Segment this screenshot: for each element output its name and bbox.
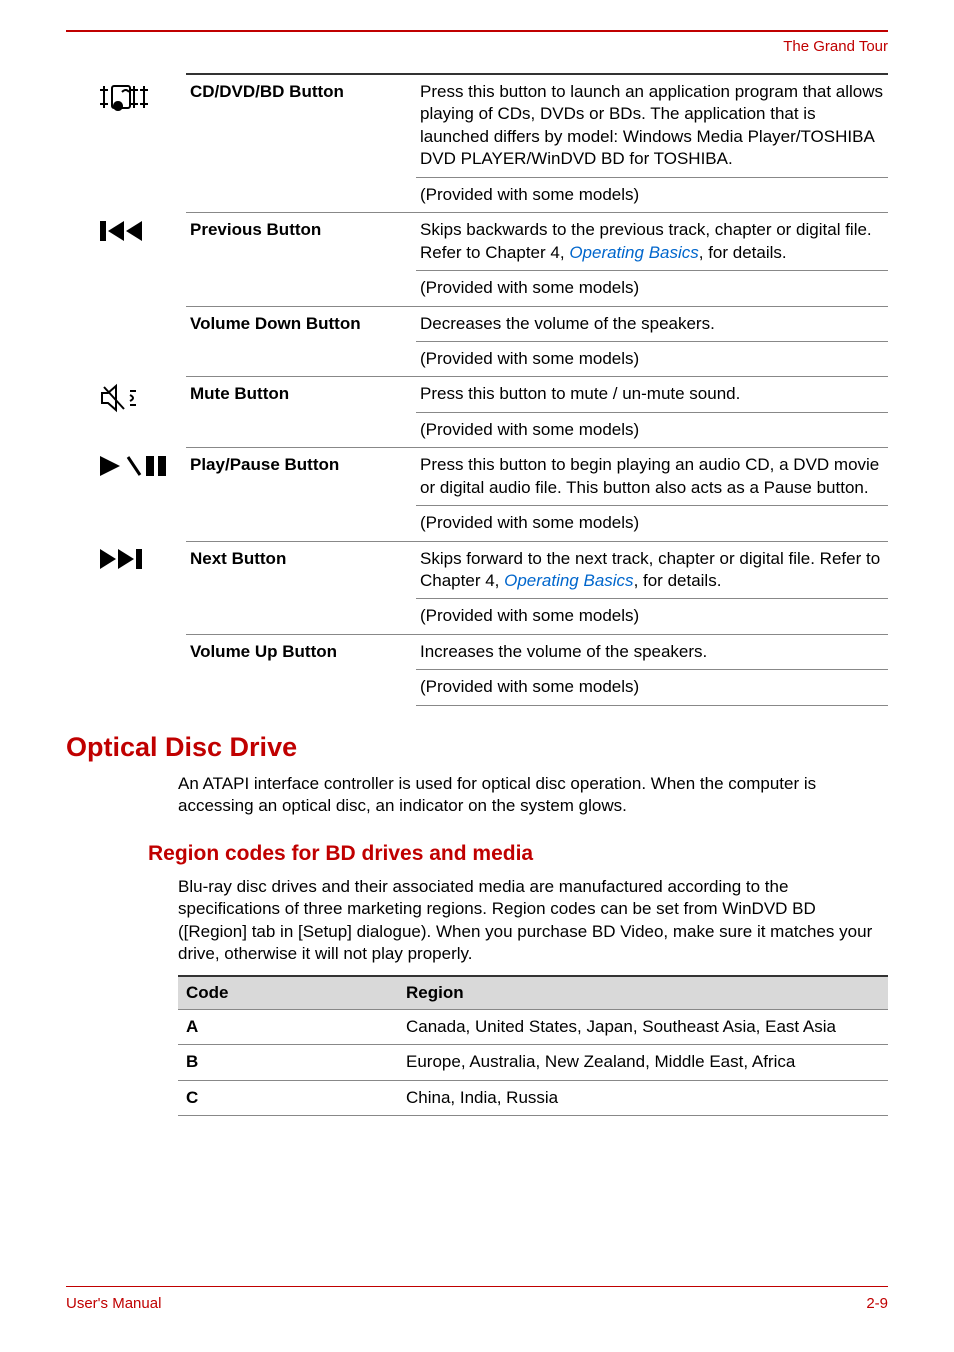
footer-left: User's Manual <box>66 1295 161 1312</box>
button-desc: Press this button to mute / un-mute soun… <box>416 377 888 412</box>
button-note: (Provided with some models) <box>416 177 888 212</box>
button-note: (Provided with some models) <box>416 341 888 376</box>
button-note: (Provided with some models) <box>416 670 888 705</box>
button-desc: Press this button to launch an applicati… <box>416 74 888 177</box>
button-desc: Increases the volume of the speakers. <box>416 634 888 669</box>
table-row: A Canada, United States, Japan, Southeas… <box>178 1010 888 1045</box>
button-desc: Decreases the volume of the speakers. <box>416 306 888 341</box>
button-note: (Provided with some models) <box>416 271 888 306</box>
table-row: C China, India, Russia <box>178 1080 888 1115</box>
table-header-region: Region <box>398 976 888 1010</box>
button-name: Play/Pause Button <box>186 448 416 541</box>
button-desc: Skips backwards to the previous track, c… <box>416 213 888 271</box>
operating-basics-link[interactable]: Operating Basics <box>504 571 633 590</box>
cd-dvd-bd-icon <box>100 80 158 114</box>
button-note: (Provided with some models) <box>416 412 888 447</box>
play-pause-icon <box>100 454 170 478</box>
button-definitions-table: CD/DVD/BD Button Press this button to la… <box>96 73 888 706</box>
button-name: Next Button <box>186 541 416 634</box>
region-code-table: Code Region A Canada, United States, Jap… <box>178 975 888 1115</box>
footer-right: 2-9 <box>866 1295 888 1312</box>
next-icon <box>100 547 144 571</box>
subsection-heading: Region codes for BD drives and media <box>148 842 888 866</box>
button-note: (Provided with some models) <box>416 506 888 541</box>
button-name: Previous Button <box>186 213 416 306</box>
section-heading: Optical Disc Drive <box>66 732 888 763</box>
table-row: B Europe, Australia, New Zealand, Middle… <box>178 1045 888 1080</box>
mute-icon <box>100 383 140 413</box>
chapter-title: The Grand Tour <box>66 38 888 55</box>
section-paragraph: An ATAPI interface controller is used fo… <box>178 773 888 818</box>
table-header-code: Code <box>178 976 398 1010</box>
subsection-paragraph: Blu-ray disc drives and their associated… <box>178 876 888 966</box>
button-note: (Provided with some models) <box>416 599 888 634</box>
operating-basics-link[interactable]: Operating Basics <box>569 243 698 262</box>
button-name: Volume Up Button <box>186 634 416 705</box>
button-desc: Press this button to begin playing an au… <box>416 448 888 506</box>
button-name: Mute Button <box>186 377 416 448</box>
button-name: Volume Down Button <box>186 306 416 377</box>
previous-icon <box>100 219 144 243</box>
button-name: CD/DVD/BD Button <box>186 74 416 213</box>
button-desc: Skips forward to the next track, chapter… <box>416 541 888 599</box>
